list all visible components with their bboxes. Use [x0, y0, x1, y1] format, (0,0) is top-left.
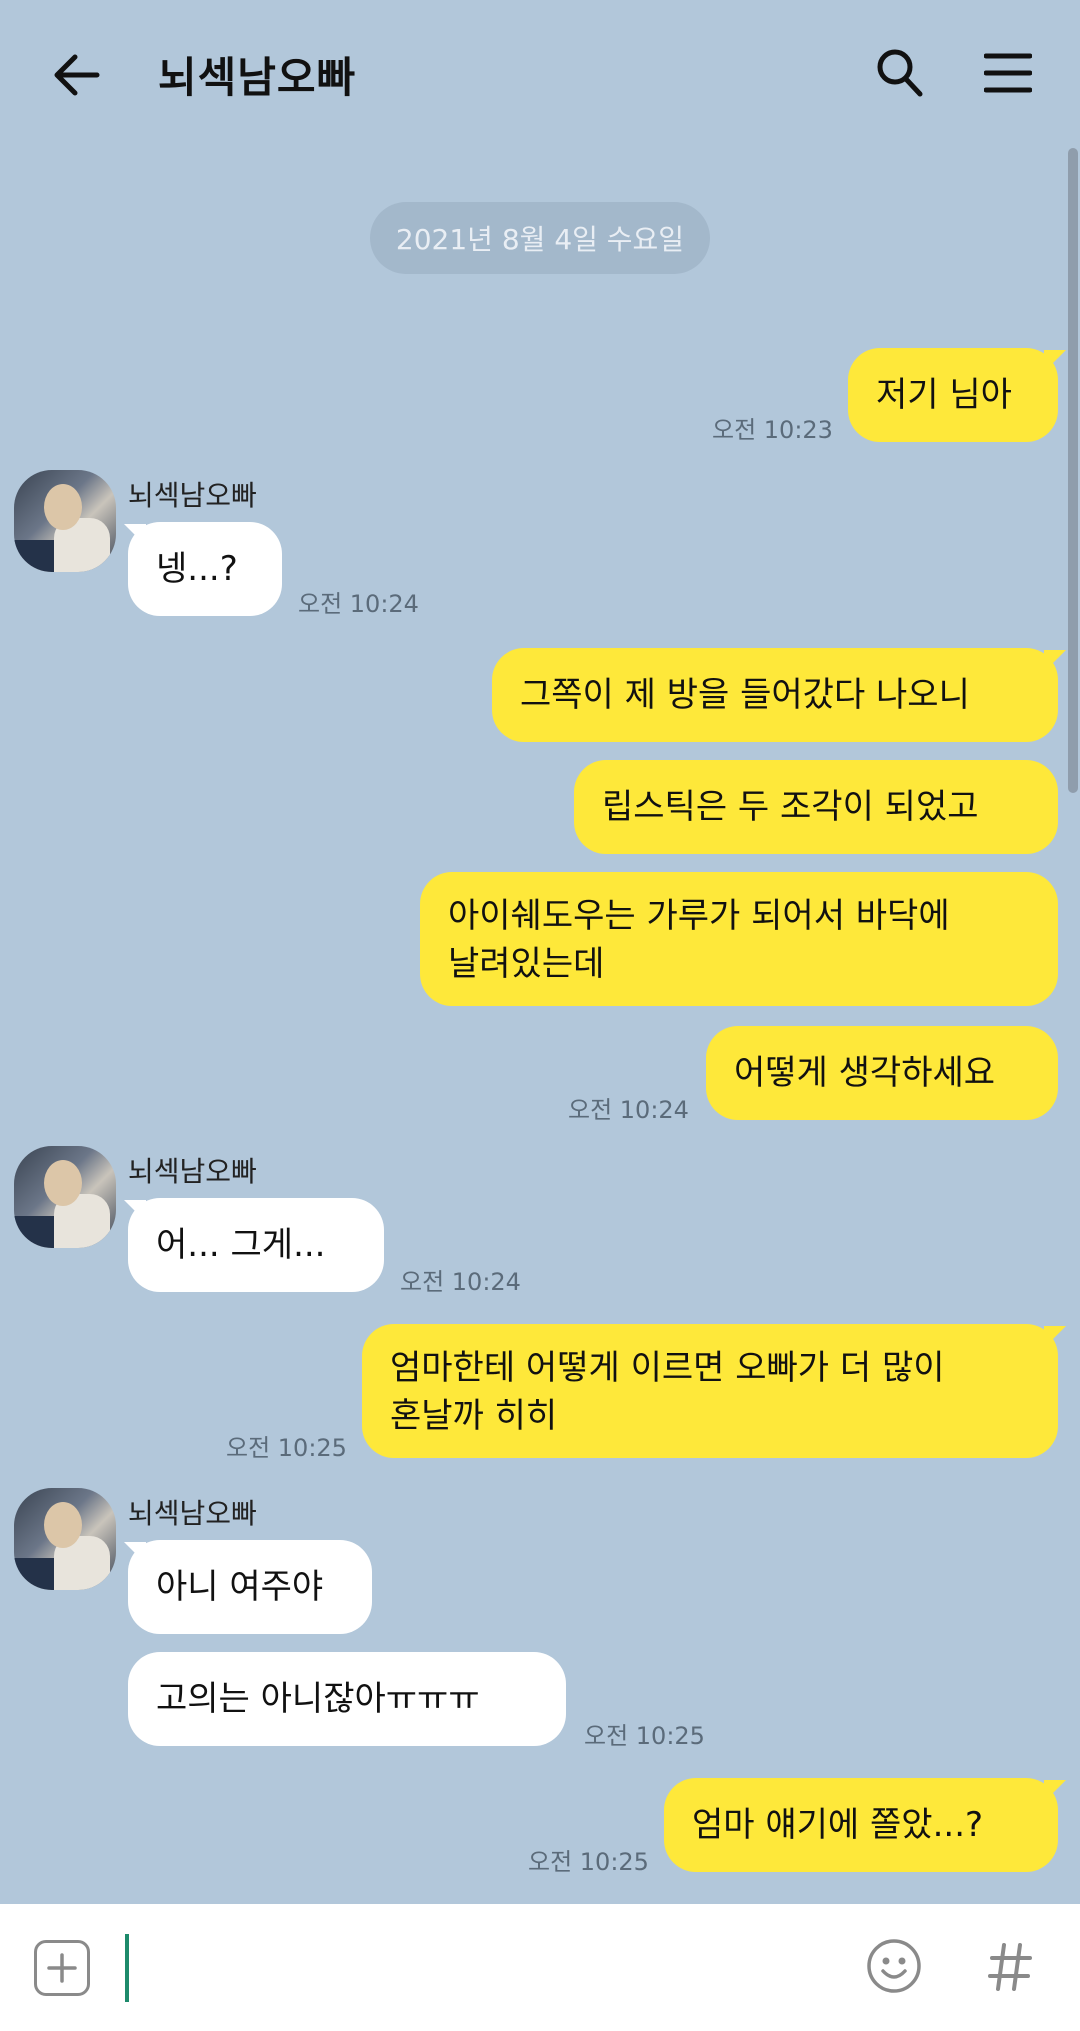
bubble-tail: [1044, 1780, 1066, 1802]
message-input-bar: [0, 1904, 1080, 2031]
avatar[interactable]: [14, 1146, 116, 1248]
plus-icon: [47, 1953, 77, 1983]
my-message-bubble[interactable]: 엄마 얘기에 쫄았...?: [664, 1778, 1058, 1872]
bubble-tail: [1044, 650, 1066, 672]
chat-title: 뇌섹남오빠: [158, 53, 357, 102]
message-time: 오전 10:25: [528, 1848, 649, 1876]
message-text-line: 혼날까 히히: [390, 1396, 558, 1436]
search-button[interactable]: [868, 40, 932, 106]
chat-screen: 뇌섹남오빠 2021년 8월 4일 수요일 오전 10:23 저기 님아 뇌섹남…: [0, 0, 1080, 2031]
avatar[interactable]: [14, 470, 116, 572]
hashtag-icon: [988, 1943, 1032, 1991]
bubble-tail: [1044, 1326, 1066, 1348]
other-message-bubble[interactable]: 고의는 아니잖아ㅠㅠㅠ: [128, 1652, 566, 1746]
other-message-bubble[interactable]: 어... 그게...: [128, 1198, 384, 1292]
menu-button[interactable]: [976, 40, 1040, 106]
message-time: 오전 10:24: [400, 1268, 521, 1296]
other-message-bubble[interactable]: 아니 여주야: [128, 1540, 372, 1634]
message-text: 어... 그게...: [156, 1225, 326, 1265]
message-text-line: 아이쉐도우는 가루가 되어서 바닥에: [448, 896, 950, 936]
attach-button[interactable]: [34, 1940, 90, 1996]
bubble-tail: [1044, 350, 1066, 372]
hashtag-search-button[interactable]: [980, 1932, 1040, 2002]
text-caret: [125, 1934, 129, 2002]
message-text: 고의는 아니잖아ㅠㅠㅠ: [156, 1679, 480, 1719]
hamburger-menu-icon: [984, 53, 1032, 93]
chat-header: 뇌섹남오빠: [0, 0, 1080, 145]
back-arrow-icon: [54, 54, 100, 96]
back-button[interactable]: [42, 42, 112, 108]
scrollbar[interactable]: [1068, 148, 1078, 793]
message-text: 립스틱은 두 조각이 되었고: [602, 787, 979, 827]
message-time: 오전 10:24: [298, 590, 419, 618]
message-time: 오전 10:25: [226, 1434, 347, 1462]
avatar[interactable]: [14, 1488, 116, 1590]
sender-name: 뇌섹남오빠: [128, 479, 257, 512]
date-divider: 2021년 8월 4일 수요일: [370, 202, 710, 274]
message-time: 오전 10:25: [584, 1722, 705, 1750]
my-message-bubble[interactable]: 엄마한테 어떻게 이르면 오빠가 더 많이 혼날까 히히: [362, 1324, 1058, 1458]
message-text-line: 날려있는데: [448, 944, 605, 984]
emoji-button[interactable]: [862, 1934, 926, 1998]
my-message-bubble[interactable]: 립스틱은 두 조각이 되었고: [574, 760, 1058, 854]
sender-name: 뇌섹남오빠: [128, 1497, 257, 1530]
message-text-line: 엄마한테 어떻게 이르면 오빠가 더 많이: [390, 1348, 945, 1388]
message-time: 오전 10:23: [712, 416, 833, 444]
message-time: 오전 10:24: [568, 1096, 689, 1124]
search-icon: [877, 49, 923, 97]
message-text: 어떻게 생각하세요: [734, 1053, 996, 1093]
my-message-bubble[interactable]: 그쪽이 제 방을 들어갔다 나오니: [492, 648, 1058, 742]
message-input[interactable]: [140, 1932, 840, 2004]
my-message-bubble[interactable]: 아이쉐도우는 가루가 되어서 바닥에 날려있는데: [420, 872, 1058, 1006]
message-text: 넹...?: [156, 549, 238, 589]
other-message-bubble[interactable]: 넹...?: [128, 522, 282, 616]
message-text: 그쪽이 제 방을 들어갔다 나오니: [520, 675, 970, 715]
message-text: 저기 님아: [876, 375, 1012, 415]
my-message-bubble[interactable]: 어떻게 생각하세요: [706, 1026, 1058, 1120]
my-message-bubble[interactable]: 저기 님아: [848, 348, 1058, 442]
sender-name: 뇌섹남오빠: [128, 1155, 257, 1188]
message-text: 엄마 얘기에 쫄았...?: [692, 1805, 984, 1845]
smiley-icon: [867, 1939, 921, 1993]
message-text: 아니 여주야: [156, 1567, 324, 1607]
